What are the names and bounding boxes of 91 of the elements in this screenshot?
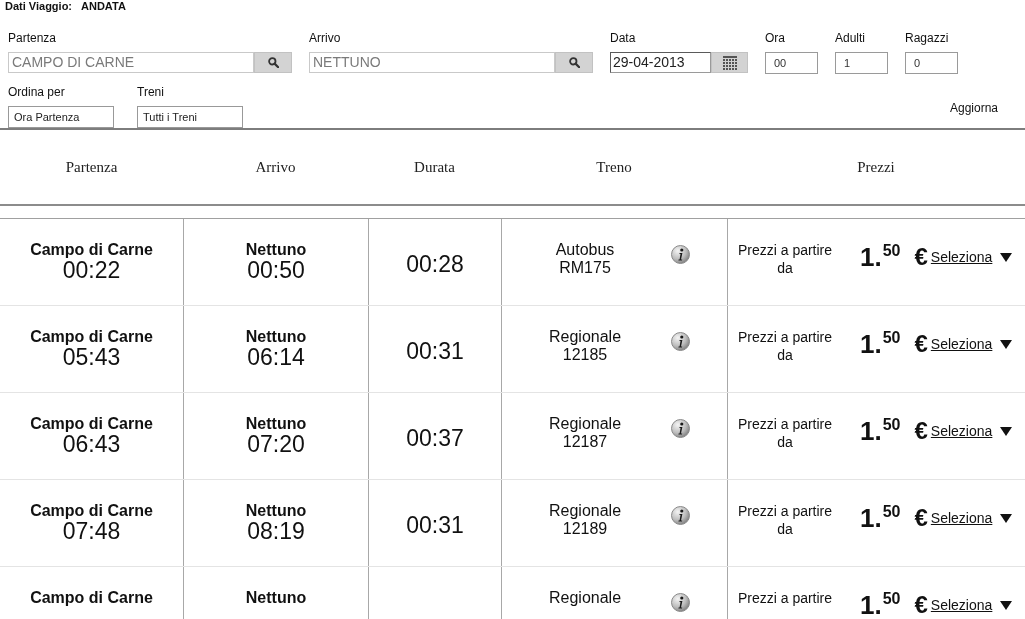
station-name: Campo di Carne [30, 328, 153, 346]
search-button[interactable] [555, 52, 593, 73]
caret-icon[interactable] [1000, 339, 1013, 349]
station-name: Nettuno [245, 415, 307, 433]
price-note: Prezzi a partire da [736, 328, 834, 364]
arrival-time: 00:50 [247, 259, 305, 282]
info-icon[interactable] [671, 245, 690, 264]
duration-text: 00:31 [406, 339, 464, 363]
price-value: 1.$^{50}$ [860, 418, 901, 444]
info-icon[interactable] [671, 593, 690, 612]
station-name: Nettuno [245, 589, 307, 607]
station-name: Campo di Carne [30, 415, 153, 433]
field-label: Partenza [8, 31, 58, 46]
number-field[interactable]: 1 [835, 52, 888, 74]
station-name: Nettuno [245, 328, 307, 346]
train-number: 12185 [562, 346, 608, 364]
price-value: 1.$^{50}$ [860, 244, 901, 270]
train-type: Regionale [548, 589, 622, 607]
currency-symbol: € [914, 505, 928, 531]
number-field[interactable]: 0 [905, 52, 958, 74]
train-number: 12187 [562, 433, 608, 451]
price-value: 1.$^{50}$ [860, 331, 901, 357]
select-link[interactable]: Seleziona [930, 509, 993, 527]
currency-symbol: € [914, 331, 928, 357]
arrival-time: 06:14 [247, 346, 305, 369]
calendar-button[interactable] [711, 52, 748, 73]
departure-time: 00:22 [62, 259, 121, 282]
field-label: Data [610, 31, 637, 46]
arrival-time: 07:20 [247, 433, 305, 456]
caret-icon[interactable] [1000, 513, 1013, 523]
train-type: Regionale [548, 502, 622, 520]
field-label: Ordina per [8, 85, 66, 100]
arrival-time: 08:19 [247, 520, 305, 543]
departure-time: 05:43 [62, 346, 121, 369]
select-link[interactable]: Seleziona [930, 335, 993, 353]
info-icon[interactable] [671, 506, 690, 525]
search-icon [267, 57, 279, 68]
caret-icon[interactable] [1000, 600, 1013, 610]
field-label: Arrivo [309, 31, 342, 46]
duration-text: 00:31 [406, 513, 464, 537]
field-label: Ragazzi [905, 31, 950, 46]
select-field[interactable]: Ora Partenza [8, 106, 114, 128]
select-link[interactable]: Seleziona [930, 596, 993, 614]
train-number: RM175 [559, 259, 611, 277]
price-value: 1.$^{50}$ [860, 505, 901, 531]
departure-time: 06:43 [62, 433, 121, 456]
caret-icon[interactable] [1000, 426, 1013, 436]
train-number: 12189 [562, 520, 608, 538]
field-label: Adulti [835, 31, 867, 46]
search-icon [568, 57, 580, 68]
field-label: Ora [765, 31, 786, 46]
station-field[interactable]: CAMPO DI CARNE [8, 52, 254, 73]
column-header: Treno [596, 158, 632, 176]
train-type: Autobus [555, 241, 615, 259]
currency-symbol: € [914, 244, 928, 270]
select-link[interactable]: Seleziona [930, 422, 993, 440]
select-field[interactable]: Tutti i Treni [137, 106, 243, 128]
duration-text: 00:37 [406, 426, 464, 450]
info-icon[interactable] [671, 332, 690, 351]
train-type: Regionale [548, 415, 622, 433]
column-header: Arrivo [255, 158, 296, 176]
field-label: Treni [137, 85, 165, 100]
station-field[interactable]: NETTUNO [309, 52, 555, 73]
price-note: Prezzi a partire da [736, 502, 834, 538]
date-field[interactable]: 29-04-2013 [610, 52, 711, 73]
search-button[interactable] [254, 52, 292, 73]
station-name: Nettuno [245, 502, 307, 520]
column-header: Partenza [65, 158, 118, 176]
column-header: Durata [414, 158, 455, 176]
trip-direction: ANDATA [81, 0, 126, 12]
select-link[interactable]: Seleziona [930, 248, 993, 266]
price-note: Prezzi a partire da [736, 241, 834, 277]
price-value: 1.$^{50}$ [860, 592, 901, 618]
caret-icon[interactable] [1000, 252, 1013, 262]
currency-symbol: € [914, 592, 928, 618]
station-name: Nettuno [245, 241, 307, 259]
update-link[interactable]: Aggiorna [949, 101, 998, 115]
station-name: Campo di Carne [30, 502, 153, 520]
station-name: Campo di Carne [30, 241, 153, 259]
column-header: Prezzi [857, 158, 895, 176]
price-note: Prezzi a partire da [736, 415, 834, 451]
train-type: Regionale [548, 328, 622, 346]
trip-label: Dati Viaggio: [5, 0, 73, 12]
station-name: Campo di Carne [30, 589, 153, 607]
currency-symbol: € [914, 418, 928, 444]
info-icon[interactable] [671, 419, 690, 438]
number-field[interactable]: 00 [765, 52, 818, 74]
calendar-icon [722, 55, 737, 70]
price-note: Prezzi a partire [736, 589, 834, 607]
departure-time: 07:48 [62, 520, 121, 543]
duration-text: 00:28 [406, 252, 464, 276]
